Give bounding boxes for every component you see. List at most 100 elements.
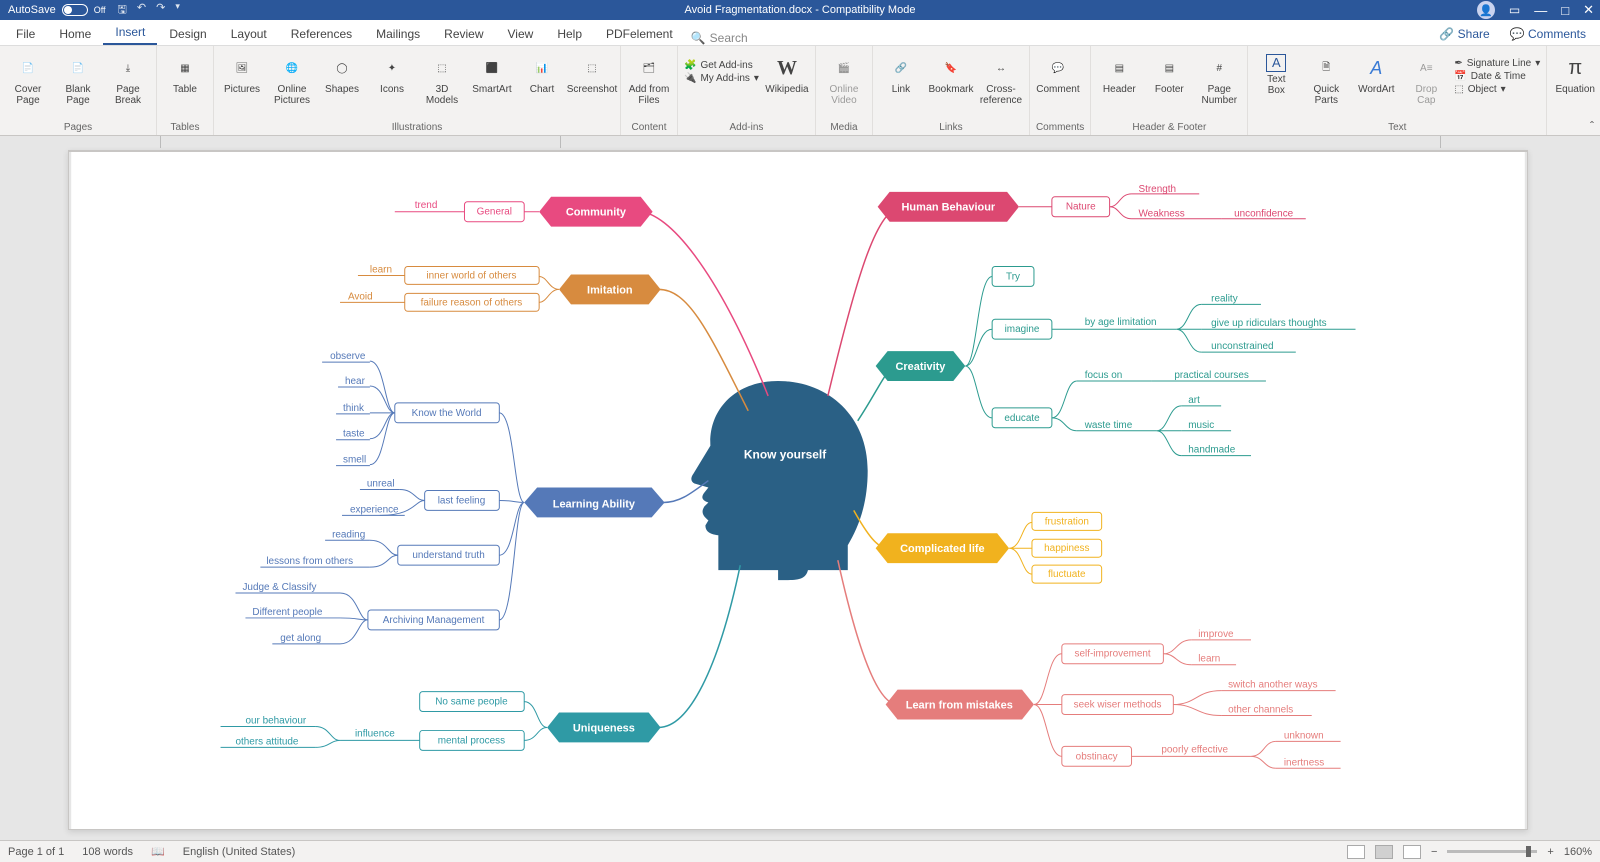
node-happiness: happiness [1044,543,1089,554]
tab-file[interactable]: File [4,23,47,45]
object-button[interactable]: ⬚Object ▾ [1454,84,1540,95]
page[interactable]: Know yourself Community General trend Im… [68,150,1528,830]
tab-insert[interactable]: Insert [103,21,157,45]
blank-page-button[interactable]: 📄BlankPage [56,52,100,106]
tab-pdfelement[interactable]: PDFelement [594,23,685,45]
icons-icon: ✦ [378,54,406,82]
node-waste: waste time [1084,420,1133,431]
qat-more-icon[interactable]: ▾ [175,1,180,20]
slider-thumb-icon [1526,846,1531,857]
link-button[interactable]: 🔗Link [879,52,923,95]
bookmark-button[interactable]: 🔖Bookmark [929,52,973,95]
group-comments-label: Comments [1036,122,1084,135]
node-failure: failure reason of others [421,297,523,308]
blank-page-label: BlankPage [65,84,90,106]
tab-design[interactable]: Design [157,23,218,45]
get-addins-button[interactable]: 🧩Get Add-ins [684,60,759,71]
online-video-button[interactable]: 🎬OnlineVideo [822,52,866,106]
cover-page-label: CoverPage [15,84,42,106]
zoom-in-button[interactable]: + [1547,846,1553,858]
group-headerfooter-label: Header & Footer [1097,122,1241,135]
smartart-icon: ⬛ [478,54,506,82]
maximize-icon[interactable]: □ [1561,3,1569,18]
footer-icon: ▤ [1155,54,1183,82]
zoom-level[interactable]: 160% [1564,846,1592,858]
tab-references[interactable]: References [279,23,364,45]
page-count[interactable]: Page 1 of 1 [8,846,64,858]
zoom-out-button[interactable]: − [1431,846,1437,858]
online-pictures-button[interactable]: 🌐OnlinePictures [270,52,314,106]
chart-button[interactable]: 📊Chart [520,52,564,95]
wikipedia-button[interactable]: WWikipedia [765,52,809,95]
page-break-label: PageBreak [115,84,141,106]
addins-icon: 🔌 [684,73,696,84]
signature-icon: ✒ [1454,58,1462,69]
textbox-button[interactable]: ATextBox [1254,52,1298,96]
page-number-button[interactable]: #PageNumber [1197,52,1241,106]
group-header-footer: ▤Header ▤Footer #PageNumber Header & Foo… [1091,46,1248,135]
language[interactable]: English (United States) [183,846,296,858]
shapes-button[interactable]: ◯Shapes [320,52,364,95]
tab-review[interactable]: Review [432,23,495,45]
user-avatar[interactable]: 👤 [1477,1,1495,19]
page-break-button[interactable]: ⤓PageBreak [106,52,150,106]
dropcap-button[interactable]: A≡DropCap [1404,52,1448,106]
comment-button[interactable]: 💬Comment [1036,52,1080,95]
tab-view[interactable]: View [496,23,546,45]
autosave-toggle[interactable]: AutoSave Off [8,4,106,16]
smartart-button[interactable]: ⬛SmartArt [470,52,514,95]
my-addins-button[interactable]: 🔌My Add-ins ▾ [684,73,759,84]
spell-icon[interactable]: 📖 [151,845,165,858]
pictures-button[interactable]: 🖼Pictures [220,52,264,95]
node-imagine: imagine [1005,324,1040,335]
tab-layout[interactable]: Layout [219,23,279,45]
close-icon[interactable]: ✕ [1583,2,1594,18]
share-button[interactable]: 🔗 Share [1429,23,1499,45]
cover-page-button[interactable]: 📄CoverPage [6,52,50,106]
footer-button[interactable]: ▤Footer [1147,52,1191,95]
view-read-button[interactable] [1347,845,1365,859]
wordart-label: WordArt [1358,84,1395,95]
search-box[interactable]: 🔍 Search [691,31,748,45]
header-button[interactable]: ▤Header [1097,52,1141,95]
add-from-files-label: Add fromFiles [629,84,670,106]
equation-button[interactable]: πEquation [1553,52,1597,95]
icons-button[interactable]: ✦ Icons [370,52,414,95]
node-creativity: Creativity [896,361,947,373]
node-mental: mental process [438,735,505,746]
comments-button[interactable]: 💬 Comments [1500,23,1596,45]
zoom-slider[interactable] [1447,850,1537,853]
tab-mailings[interactable]: Mailings [364,23,432,45]
node-last-feeling: last feeling [438,495,486,506]
screenshot-button[interactable]: ⬚Screenshot [570,52,614,95]
ribbon-options-icon[interactable]: ▭ [1509,3,1520,17]
collapse-ribbon-icon[interactable]: ˆ [1590,119,1594,133]
tab-home[interactable]: Home [47,23,103,45]
node-inert: inertness [1284,757,1324,768]
break-icon: ⤓ [114,54,142,82]
add-from-files-button[interactable]: 🗂Add fromFiles [627,52,671,106]
central-label: Know yourself [744,448,826,462]
node-complicated: Complicated life [900,543,984,555]
datetime-button[interactable]: 📅Date & Time [1454,71,1540,82]
table-button[interactable]: ▦Table [163,52,207,95]
undo-icon[interactable]: ↶ [137,1,146,20]
crossref-button[interactable]: ↔Cross-reference [979,52,1023,106]
node-taste: taste [343,429,365,440]
node-focuson: focus on [1085,370,1123,381]
view-web-button[interactable] [1403,845,1421,859]
wordart-button[interactable]: AWordArt [1354,52,1398,95]
save-icon[interactable]: 🖫 [118,1,127,20]
3d-models-button[interactable]: ⬚3DModels [420,52,464,106]
quickparts-button[interactable]: 🗎QuickParts [1304,52,1348,106]
word-count[interactable]: 108 words [82,846,133,858]
signature-button[interactable]: ✒Signature Line ▾ [1454,58,1540,69]
minimize-icon[interactable]: — [1534,3,1547,18]
node-improve: improve [1198,629,1234,640]
redo-icon[interactable]: ↷ [156,1,165,20]
node-handmade: handmade [1188,445,1235,456]
icons-label: Icons [380,84,404,95]
tab-help[interactable]: Help [545,23,594,45]
view-print-button[interactable] [1375,845,1393,859]
document-title: Avoid Fragmentation.docx - Compatibility… [685,4,916,16]
